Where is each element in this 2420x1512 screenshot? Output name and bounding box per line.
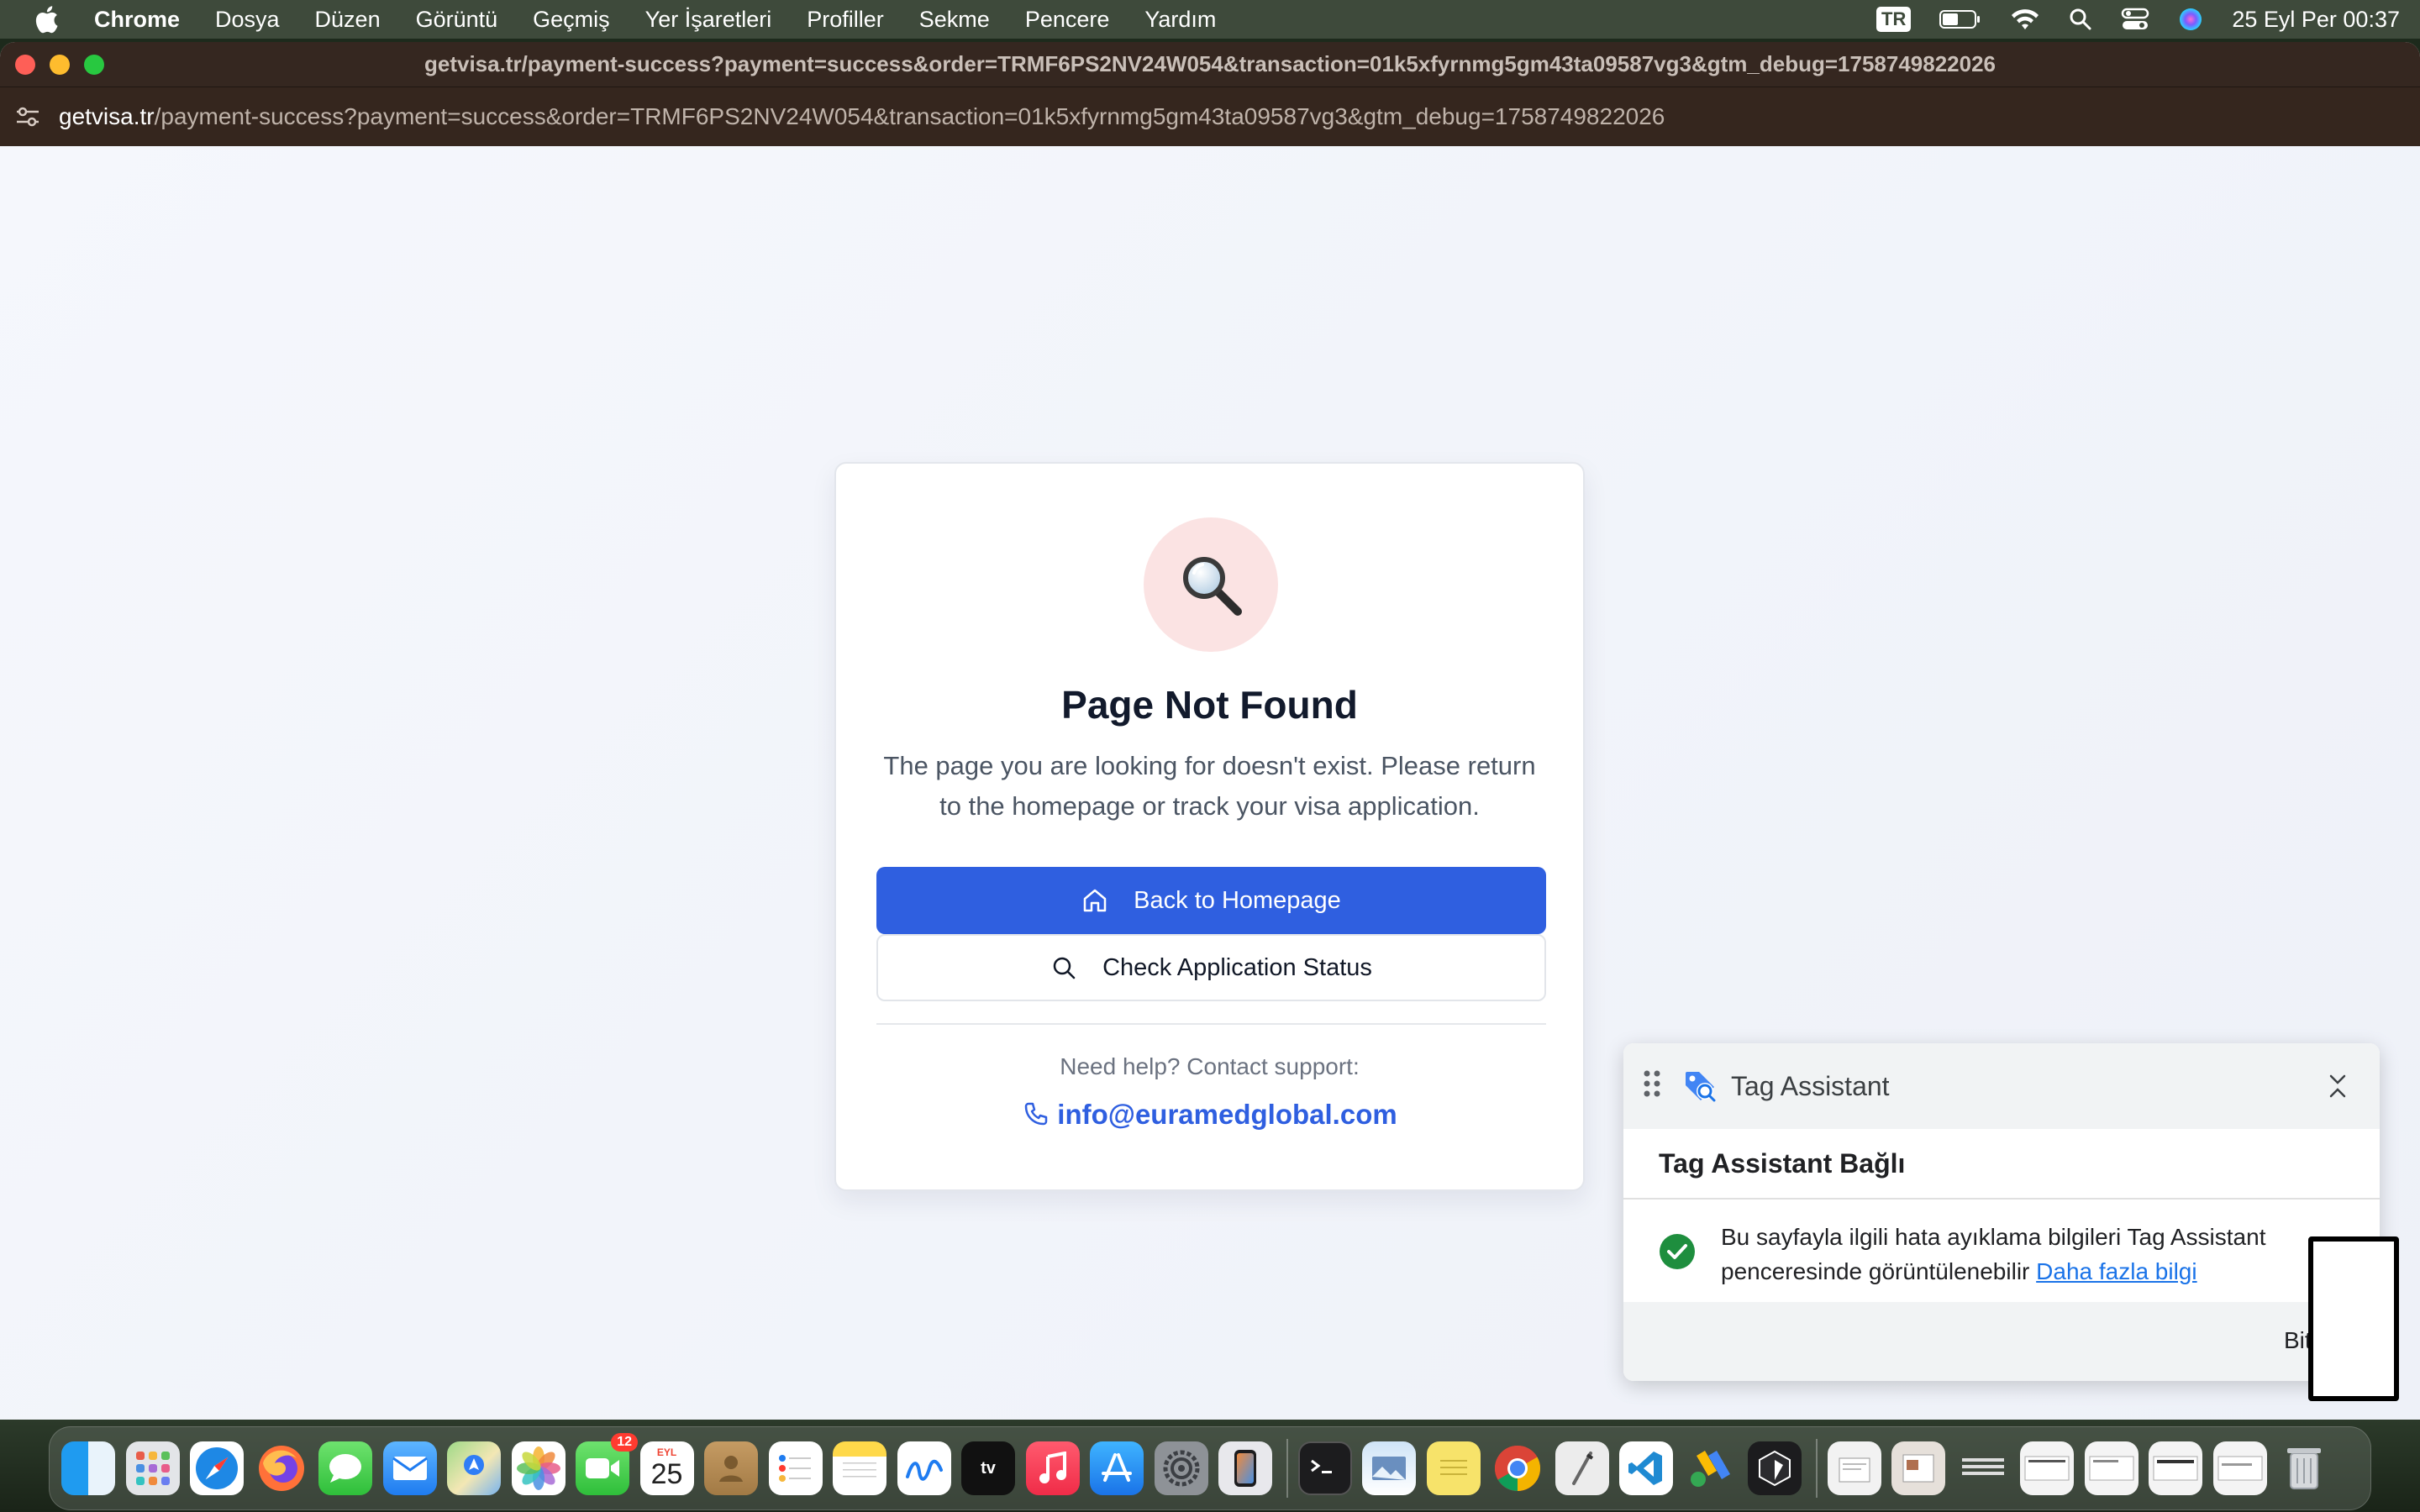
firefox-icon[interactable] xyxy=(255,1441,308,1495)
menu-sekme[interactable]: Sekme xyxy=(919,7,990,33)
freeform-icon[interactable] xyxy=(897,1441,951,1495)
menu-gecmis[interactable]: Geçmiş xyxy=(533,7,610,33)
tv-label: tv xyxy=(981,1458,996,1478)
check-application-status-button[interactable]: Check Application Status xyxy=(876,934,1546,1001)
menu-pencere[interactable]: Pencere xyxy=(1025,7,1110,33)
screenshot-thumbnail-3-icon[interactable] xyxy=(2149,1441,2202,1495)
phone-icon xyxy=(1025,1102,1048,1126)
iphone-mirroring-icon[interactable] xyxy=(1218,1441,1272,1495)
check-application-status-label: Check Application Status xyxy=(1102,953,1372,981)
control-center-icon[interactable] xyxy=(2121,8,2149,31)
finder-icon[interactable] xyxy=(61,1441,115,1495)
screenshot-stack-icon[interactable] xyxy=(1956,1441,2010,1495)
magnifier-badge xyxy=(1144,517,1278,652)
spotlight-search-icon[interactable] xyxy=(2069,8,2092,31)
tag-assistant-message: Bu sayfayla ilgili hata ayıklama bilgile… xyxy=(1623,1200,2380,1300)
contacts-icon[interactable] xyxy=(704,1441,758,1495)
preview-icon[interactable] xyxy=(1362,1441,1416,1495)
window-titlebar: getvisa.tr/payment-success?payment=succe… xyxy=(0,42,2420,87)
notes-icon[interactable] xyxy=(833,1441,886,1495)
home-icon xyxy=(1083,889,1107,912)
collapse-icon[interactable] xyxy=(2328,1074,2348,1099)
url-path: /payment-success?payment=success&order=T… xyxy=(154,103,1665,129)
menu-app-name[interactable]: Chrome xyxy=(94,7,180,33)
overlay-frame xyxy=(2308,1236,2399,1401)
support-help-text: Need help? Contact support: xyxy=(1060,1053,1360,1079)
support-email-text: info@euramedglobal.com xyxy=(1057,1099,1397,1130)
menu-duzen[interactable]: Düzen xyxy=(315,7,381,33)
tag-assistant-footer: Bit xyxy=(1623,1302,2380,1381)
menu-dosya[interactable]: Dosya xyxy=(215,7,280,33)
tag-assistant-panel: Tag Assistant Tag Assistant Bağlı Bu say… xyxy=(1623,1043,2380,1381)
url-host: getvisa.tr xyxy=(59,103,155,129)
wifi-icon[interactable] xyxy=(2010,8,2040,31)
page-title: Page Not Found xyxy=(1061,683,1358,727)
magnifying-glass-icon xyxy=(1183,557,1242,616)
tag-assistant-title: Tag Assistant xyxy=(1731,1070,1890,1101)
done-button[interactable]: Bit xyxy=(2284,1327,2312,1354)
facetime-icon[interactable]: 12 xyxy=(576,1433,638,1495)
screenshot-thumbnail-1-icon[interactable] xyxy=(2020,1441,2074,1495)
page-description: The page you are looking for doesn't exi… xyxy=(883,751,1536,821)
not-found-card: Page Not Found The page you are looking … xyxy=(834,462,1585,1191)
vscode-icon[interactable] xyxy=(1619,1441,1673,1495)
learn-more-link[interactable]: Daha fazla bilgi xyxy=(2036,1258,2196,1284)
maps-icon[interactable] xyxy=(447,1441,501,1495)
google-ads-icon[interactable] xyxy=(1684,1441,1738,1495)
calendar-month: EYL xyxy=(656,1446,677,1458)
site-settings-icon[interactable] xyxy=(15,106,40,128)
downloads-stack-icon[interactable] xyxy=(1827,1441,1881,1495)
tag-assistant-logo-icon xyxy=(1682,1068,1718,1104)
launchpad-icon[interactable] xyxy=(125,1441,180,1495)
menu-profiller[interactable]: Profiller xyxy=(807,7,884,33)
menu-extras: TR 25 Eyl Per 00:37 xyxy=(1876,7,2400,33)
tv-icon[interactable]: tv xyxy=(961,1441,1015,1495)
chrome-icon[interactable] xyxy=(1491,1441,1544,1495)
calendar-icon[interactable]: EYL 25 xyxy=(639,1441,694,1495)
input-source-indicator[interactable]: TR xyxy=(1876,7,1912,32)
back-to-homepage-label: Back to Homepage xyxy=(1134,886,1341,914)
apple-menu-icon[interactable] xyxy=(34,4,60,34)
menu-clock[interactable]: 25 Eyl Per 00:37 xyxy=(2232,7,2400,33)
support-email-link[interactable]: info@euramedglobal.com xyxy=(836,1099,1583,1131)
dock-separator-2 xyxy=(1815,1439,1818,1498)
system-settings-icon[interactable] xyxy=(1154,1441,1208,1495)
menu-yer-isaretleri[interactable]: Yer İşaretleri xyxy=(645,7,772,33)
tag-assistant-message-text: Bu sayfayla ilgili hata ayıklama bilgile… xyxy=(1721,1220,2346,1300)
card-divider xyxy=(876,1023,1546,1025)
trash-icon[interactable] xyxy=(2277,1441,2331,1495)
document-thumbnail-icon[interactable] xyxy=(1891,1441,1945,1495)
menu-yardim[interactable]: Yardım xyxy=(1144,7,1216,33)
siri-icon[interactable] xyxy=(2178,7,2203,32)
photos-icon[interactable] xyxy=(511,1441,566,1495)
back-to-homepage-button[interactable]: Back to Homepage xyxy=(876,867,1546,934)
facetime-badge: 12 xyxy=(611,1433,638,1452)
menu-bar: Chrome Dosya Düzen Görüntü Geçmiş Yer İş… xyxy=(0,0,2420,39)
url-text[interactable]: getvisa.tr/payment-success?payment=succe… xyxy=(59,103,1665,130)
stickies-icon[interactable] xyxy=(1426,1441,1481,1495)
battery-icon[interactable] xyxy=(1939,9,1981,29)
tag-assistant-header: Tag Assistant xyxy=(1623,1043,2380,1129)
script-editor-icon[interactable] xyxy=(1555,1441,1609,1495)
screenshot-thumbnail-2-icon[interactable] xyxy=(2084,1441,2139,1495)
screenshot-thumbnail-4-icon[interactable] xyxy=(2212,1441,2267,1495)
calendar-day: 25 xyxy=(650,1458,683,1490)
tag-assistant-status-heading: Tag Assistant Bağlı xyxy=(1623,1129,2380,1200)
music-icon[interactable] xyxy=(1025,1441,1080,1495)
safari-icon[interactable] xyxy=(190,1441,244,1495)
mail-icon[interactable] xyxy=(382,1441,437,1495)
app-store-icon[interactable] xyxy=(1090,1441,1144,1495)
messages-icon[interactable] xyxy=(318,1441,372,1495)
drag-handle-icon[interactable] xyxy=(1644,1069,1660,1104)
check-circle-icon xyxy=(1660,1234,1695,1269)
address-bar[interactable]: getvisa.tr/payment-success?payment=succe… xyxy=(0,87,2420,146)
search-icon xyxy=(1053,957,1076,979)
dock: 12 EYL 25 tv xyxy=(49,1426,2371,1510)
terminal-icon[interactable] xyxy=(1297,1441,1352,1495)
dock-separator xyxy=(1286,1439,1288,1498)
window-title: getvisa.tr/payment-success?payment=succe… xyxy=(424,51,1996,76)
reminders-icon[interactable] xyxy=(768,1441,823,1495)
cursor-icon[interactable] xyxy=(1748,1441,1802,1495)
menu-goruntu[interactable]: Görüntü xyxy=(416,7,498,33)
